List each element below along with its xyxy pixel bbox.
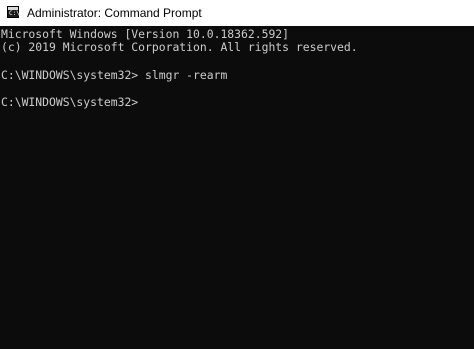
console-line-command: C:\WINDOWS\system32> slmgr -rearm (1, 68, 228, 82)
console-output[interactable]: Microsoft Windows [Version 10.0.18362.59… (0, 26, 474, 349)
console-line-copyright: (c) 2019 Microsoft Corporation. All righ… (1, 40, 358, 54)
icon-prompt-glyph: C:\ (9, 10, 20, 17)
title-bar[interactable]: C:\ Administrator: Command Prompt (0, 0, 474, 26)
console-line-prompt[interactable]: C:\WINDOWS\system32> (1, 95, 138, 109)
command-prompt-icon[interactable]: C:\ (7, 6, 20, 18)
window-title: Administrator: Command Prompt (27, 6, 202, 20)
command-prompt-window: C:\ Administrator: Command Prompt Micros… (0, 0, 474, 349)
console-line-version: Microsoft Windows [Version 10.0.18362.59… (1, 27, 290, 41)
